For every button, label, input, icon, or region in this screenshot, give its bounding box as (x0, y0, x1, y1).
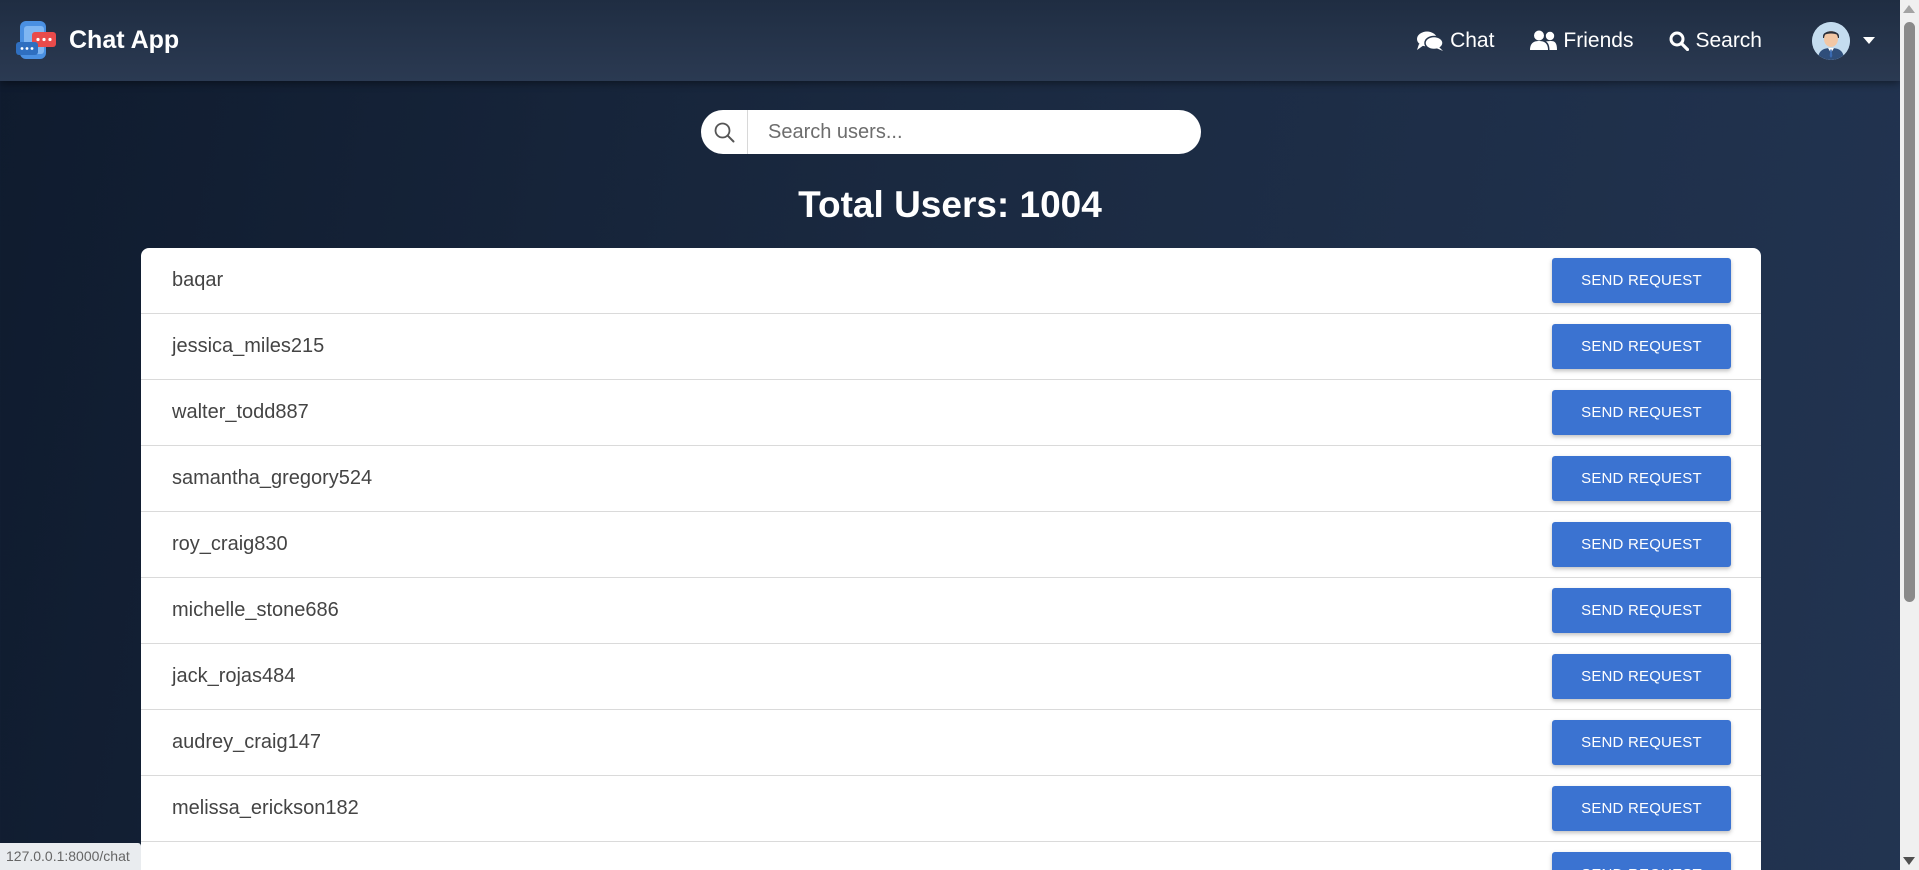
nav-search-label: Search (1695, 28, 1762, 52)
user-name: michelle_stone686 (172, 599, 339, 621)
send-request-button[interactable]: SEND REQUEST (1552, 456, 1731, 501)
user-name: roy_craig830 (172, 533, 288, 555)
nav-links: Chat Friends Search (1416, 0, 1900, 81)
chat-app-logo-icon (16, 20, 56, 59)
user-menu-toggle[interactable] (1812, 21, 1875, 60)
search-icon (714, 122, 734, 142)
nav-friends-link[interactable]: Friends (1530, 29, 1633, 53)
brand-link[interactable]: Chat App (14, 18, 179, 64)
send-request-button[interactable]: SEND REQUEST (1552, 654, 1731, 699)
comments-icon (1417, 31, 1444, 51)
user-name: jack_rojas484 (172, 665, 296, 687)
list-item: jessica_miles215 SEND REQUEST (141, 314, 1761, 380)
search-addon (701, 110, 748, 154)
app-title: Chat App (69, 26, 180, 54)
caret-down-icon (1863, 37, 1875, 44)
send-request-button[interactable]: SEND REQUEST (1552, 390, 1731, 435)
search-icon (1669, 31, 1690, 51)
navbar: Chat App Chat Friends Search (0, 0, 1900, 81)
nav-search-link[interactable]: Search (1669, 29, 1762, 53)
scrollbar-thumb[interactable] (1904, 22, 1915, 602)
list-item: samantha_gregory524 SEND REQUEST (141, 446, 1761, 512)
send-request-button[interactable]: SEND REQUEST (1552, 258, 1731, 303)
send-request-button[interactable]: SEND REQUEST (1552, 324, 1731, 369)
send-request-button[interactable]: SEND REQUEST (1552, 588, 1731, 633)
list-item: baqar SEND REQUEST (141, 248, 1761, 314)
list-item: jack_rojas484 SEND REQUEST (141, 644, 1761, 710)
status-bar-url: 127.0.0.1:8000/chat (0, 843, 141, 870)
user-avatar-icon (1812, 21, 1850, 60)
send-request-button[interactable]: SEND REQUEST (1552, 522, 1731, 567)
send-request-button[interactable]: SEND REQUEST (1552, 786, 1731, 831)
page-scrollbar[interactable] (1900, 0, 1919, 870)
search-input[interactable] (748, 110, 1201, 154)
list-item: melissa_erickson182 SEND REQUEST (141, 776, 1761, 842)
user-friends-icon (1530, 30, 1558, 50)
send-request-button[interactable]: SEND REQUEST (1552, 720, 1731, 765)
user-name: melissa_erickson182 (172, 797, 359, 819)
user-name: samantha_gregory524 (172, 467, 373, 489)
list-item: SEND REQUEST (141, 842, 1761, 870)
search-bar (701, 110, 1201, 154)
nav-chat-link[interactable]: Chat (1416, 29, 1494, 53)
user-name: jessica_miles215 (172, 335, 325, 357)
scroll-up-arrow-icon[interactable] (1903, 5, 1915, 13)
list-item: roy_craig830 SEND REQUEST (141, 512, 1761, 578)
nav-friends-label: Friends (1563, 28, 1634, 52)
list-item: walter_todd887 SEND REQUEST (141, 380, 1761, 446)
list-item: michelle_stone686 SEND REQUEST (141, 578, 1761, 644)
user-list: baqar SEND REQUEST jessica_miles215 SEND… (141, 248, 1761, 870)
user-name: audrey_craig147 (172, 731, 321, 753)
user-name: walter_todd887 (172, 401, 309, 423)
send-request-button[interactable]: SEND REQUEST (1552, 852, 1731, 870)
list-item: audrey_craig147 SEND REQUEST (141, 710, 1761, 776)
total-users-heading: Total Users: 1004 (798, 184, 1102, 225)
nav-chat-label: Chat (1450, 28, 1495, 52)
avatar (1812, 21, 1850, 60)
scroll-down-arrow-icon[interactable] (1903, 857, 1915, 865)
user-name: baqar (172, 269, 224, 291)
